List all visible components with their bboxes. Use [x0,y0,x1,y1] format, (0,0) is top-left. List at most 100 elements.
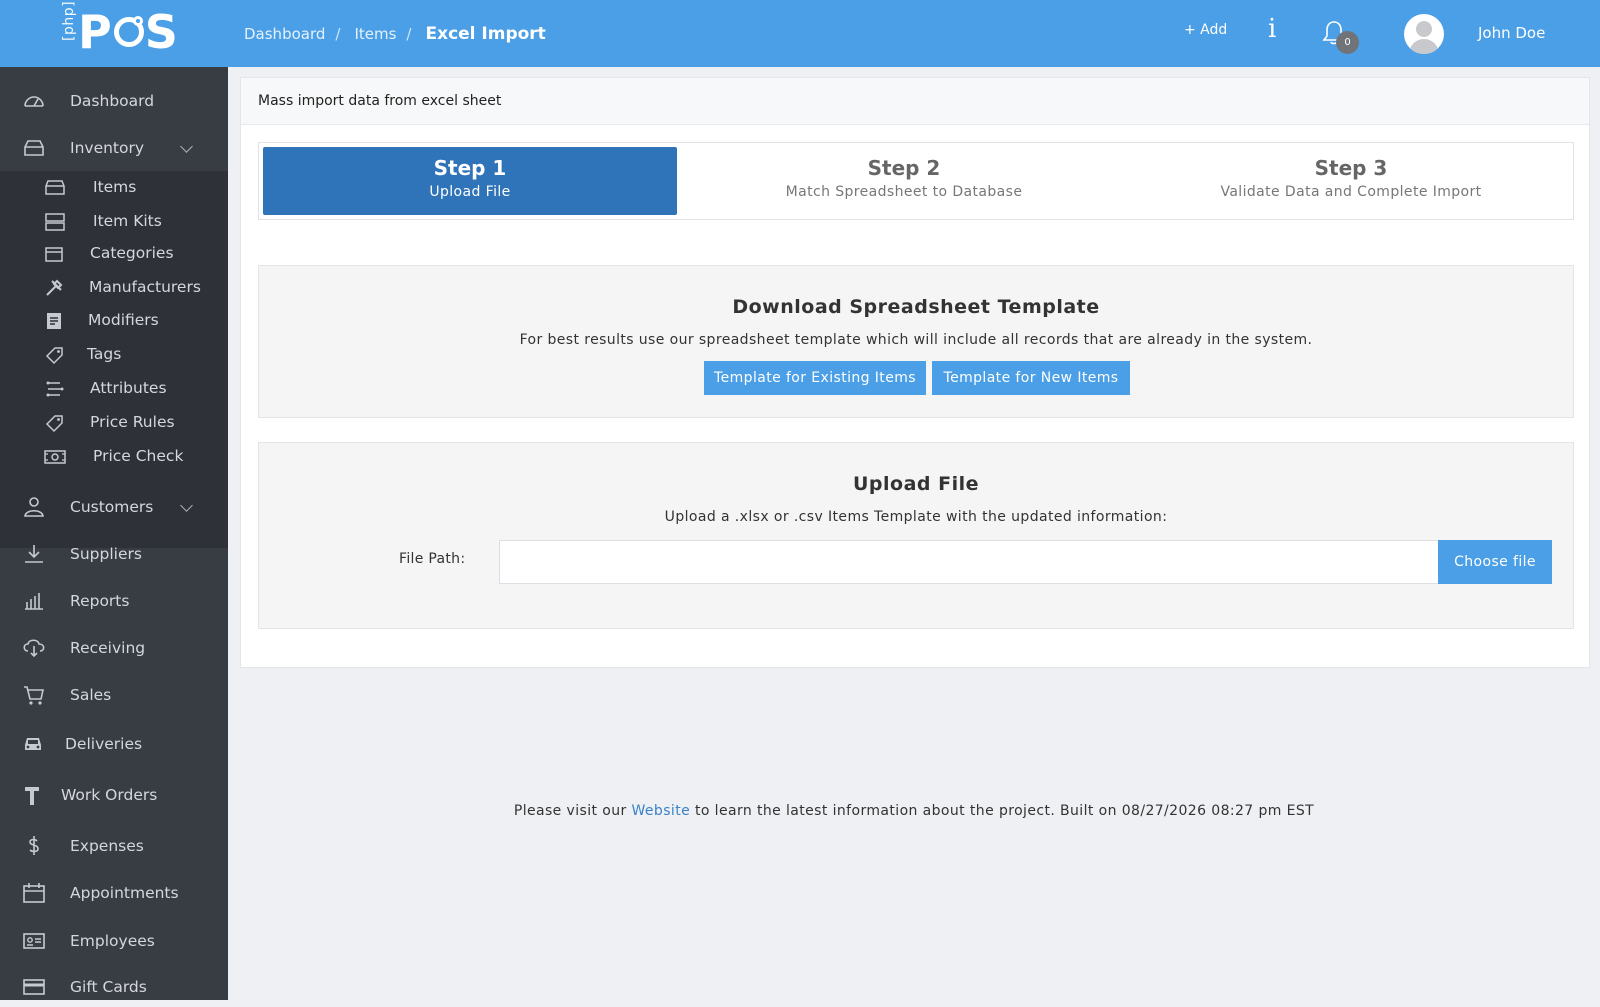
sidebar-item-label: Sales [70,686,112,704]
sidebar-item-inventory[interactable]: Inventory [0,128,228,168]
attributes-icon [46,381,64,397]
chevron-down-icon [180,499,193,512]
items-icon [45,180,65,195]
upload-file-section: Upload File Upload a .xlsx or .csv Items… [258,442,1574,629]
sidebar-subitem-label: Manufacturers [89,278,201,296]
step-subtitle: Validate Data and Complete Import [1220,184,1482,200]
sidebar-subitem-label: Attributes [90,379,167,397]
tools-icon [46,279,63,296]
section-title: Download Spreadsheet Template [732,296,1100,318]
sidebar-subitem-label: Price Rules [90,413,175,431]
sidebar-item-label: Inventory [70,139,145,157]
inventory-icon [24,140,44,156]
top-navbar: [php] PS Dashboard / Items / Excel Impor… [0,0,1600,67]
footer-prefix: Please visit our [513,803,627,819]
logo-prefix: [php] [61,0,77,41]
choose-file-button[interactable]: Choose file [1438,540,1552,584]
step-title: Step 1 [433,156,507,180]
sidebar-subitem-label: Categories [90,244,174,262]
sidebar-subitem-categories[interactable]: Categories [0,239,228,269]
price-tag-icon [45,415,63,433]
sidebar-item-label: Suppliers [70,545,142,563]
sidebar-item-label: Gift Cards [70,978,147,996]
sidebar-item-customers[interactable]: Customers [0,487,228,527]
step-title: Step 3 [1314,156,1388,180]
sidebar-item-expenses[interactable]: Expenses [0,826,228,866]
section-title: Upload File [852,473,980,495]
step-2-tab[interactable]: Step 2 Match Spreadsheet to Database [679,147,1129,215]
sidebar-item-employees[interactable]: Employees [0,921,228,961]
sidebar-item-label: Appointments [70,884,179,902]
template-existing-items-button[interactable]: Template for Existing Items [704,361,926,395]
folder-icon [45,247,63,262]
website-link[interactable]: Website [632,803,691,819]
cart-icon [24,686,44,705]
breadcrumb-dashboard[interactable]: Dashboard [244,25,325,43]
sidebar-item-dashboard[interactable]: Dashboard [0,81,228,121]
template-download-section: Download Spreadsheet Template For best r… [258,265,1574,418]
sidebar-item-receiving[interactable]: Receiving [0,628,228,668]
info-icon[interactable]: i [1268,14,1276,44]
suppliers-icon [25,545,43,563]
sidebar-subitem-modifiers[interactable]: Modifiers [0,306,228,336]
sidebar-subitem-item-kits[interactable]: Item Kits [0,207,228,237]
step-title: Step 2 [867,156,941,180]
file-path-label: File Path: [399,551,466,567]
id-card-icon [23,933,45,949]
user-name[interactable]: John Doe [1478,24,1545,42]
php-pos-logo[interactable]: [php] PS [60,0,179,58]
sidebar-subitem-manufacturers[interactable]: Manufacturers [0,273,228,303]
reports-icon [25,593,43,610]
sidebar-subitem-price-rules[interactable]: Price Rules [0,408,228,438]
sidebar-item-work-orders[interactable]: Work Orders [0,775,228,815]
panel-title: Mass import data from excel sheet [258,93,502,109]
sidebar-item-reports[interactable]: Reports [0,581,228,621]
breadcrumb-items[interactable]: Items [354,25,396,43]
receiving-icon [23,639,45,658]
sidebar-item-label: Deliveries [65,735,143,753]
step-subtitle: Match Spreadsheet to Database [785,184,1023,200]
sidebar-subitem-items[interactable]: Items [0,173,228,203]
section-description: For best results use our spreadsheet tem… [519,332,1313,348]
sidebar-item-label: Employees [70,932,155,950]
sidebar-item-label: Receiving [70,639,146,657]
sidebar-item-deliveries[interactable]: Deliveries [0,724,228,764]
sidebar-item-suppliers[interactable]: Suppliers [0,534,228,574]
sidebar-subitem-attributes[interactable]: Attributes [0,374,228,404]
sidebar-item-gift-cards[interactable]: Gift Cards [0,967,228,1007]
dollar-icon [29,836,39,855]
step-3-tab[interactable]: Step 3 Validate Data and Complete Import [1131,147,1571,215]
file-path-input[interactable] [499,540,1439,584]
footer-suffix: to learn the latest information about th… [694,803,1315,819]
footer: Please visit our Website to learn the la… [228,803,1600,819]
sidebar-subitem-label: Modifiers [88,311,159,329]
sidebar-item-sales[interactable]: Sales [0,675,228,715]
wizard-steps: Step 1 Upload File Step 2 Match Spreadsh… [258,142,1574,220]
sidebar-item-label: Reports [70,592,130,610]
sidebar-subitem-price-check[interactable]: Price Check [0,442,228,472]
sidebar-subitem-label: Item Kits [93,212,162,230]
breadcrumb: Dashboard / Items / Excel Import [244,0,546,67]
import-panel: Mass import data from excel sheet Step 1… [240,77,1590,668]
panel-header: Mass import data from excel sheet [241,78,1589,125]
notification-badge: 0 [1336,31,1359,54]
sidebar-item-label: Work Orders [61,786,158,804]
breadcrumb-current: Excel Import [425,23,546,44]
breadcrumb-separator: / [335,24,341,43]
breadcrumb-separator: / [406,24,412,43]
credit-card-icon [23,979,45,995]
sidebar-item-label: Dashboard [70,92,155,110]
step-1-tab[interactable]: Step 1 Upload File [263,147,677,215]
calendar-icon [23,883,45,903]
item-kits-icon [45,213,65,231]
sidebar-item-label: Customers [70,498,154,516]
template-new-items-button[interactable]: Template for New Items [932,361,1130,395]
money-icon [44,450,66,464]
customers-icon [24,497,44,517]
sidebar-subitem-tags[interactable]: Tags [0,340,228,370]
add-button[interactable]: + Add [1184,22,1227,38]
sidebar-item-appointments[interactable]: Appointments [0,873,228,913]
section-description: Upload a .xlsx or .csv Items Template wi… [664,509,1168,525]
avatar[interactable] [1404,14,1444,54]
hammer-icon [25,787,39,805]
